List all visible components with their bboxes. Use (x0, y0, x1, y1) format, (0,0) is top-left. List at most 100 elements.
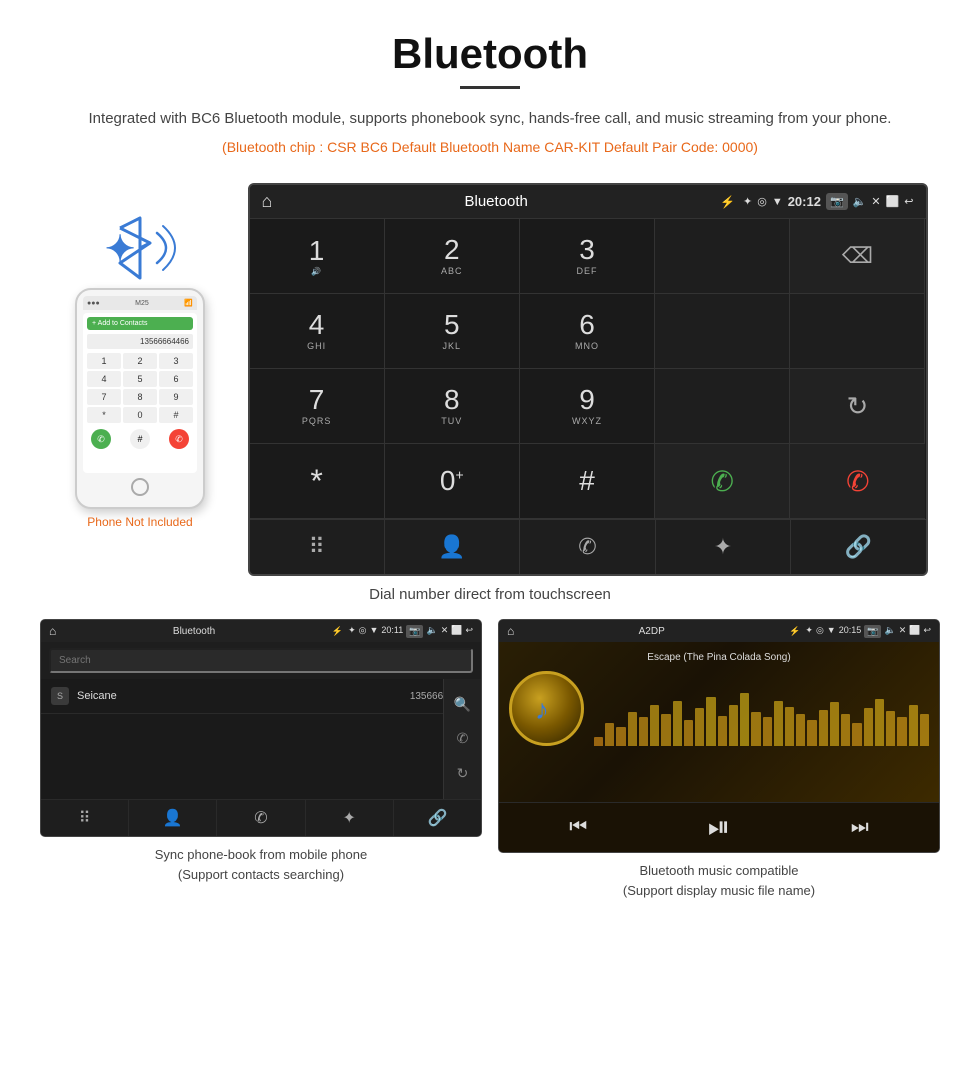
phone-key-7[interactable]: 7 (87, 389, 121, 405)
nav-bluetooth-icon[interactable]: ✦ (656, 520, 791, 574)
album-art-svg: ♪ (527, 689, 567, 729)
music-vol-icon[interactable]: 🔈 (884, 625, 895, 638)
music-camera-icon[interactable]: 📷 (864, 625, 881, 638)
pb-usb-icon: ⚡ (332, 626, 343, 637)
dial-key-4[interactable]: 4GHI (250, 294, 385, 369)
music-home-icon[interactable]: ⌂ (507, 624, 514, 638)
phone-key-2[interactable]: 2 (123, 353, 157, 369)
phone-call-button[interactable]: ✆ (91, 429, 111, 449)
play-pause-button[interactable]: ⏯ (708, 811, 730, 844)
music-close-icon[interactable]: ✕ (899, 625, 907, 638)
phonebook-status-bar: ⌂ Bluetooth ⚡ ✦ ◎ ▼ 20:11 📷 🔈 ✕ ⬜ ↩ (41, 620, 481, 642)
side-refresh-icon[interactable]: ↻ (457, 765, 469, 782)
phone-key-0[interactable]: 0 (123, 407, 157, 423)
phone-end-button[interactable]: ✆ (169, 429, 189, 449)
music-signal-icon: ▼ (827, 625, 836, 638)
phone-key-1[interactable]: 1 (87, 353, 121, 369)
music-gps-icon: ◎ (816, 625, 824, 638)
phone-key-3[interactable]: 3 (159, 353, 193, 369)
pb-nav-link[interactable]: 🔗 (394, 800, 481, 836)
gps-icon: ◎ (757, 195, 767, 208)
phone-home-button[interactable] (83, 478, 197, 501)
album-art: ♪ (509, 671, 584, 746)
car-status-bar: ⌂ Bluetooth ⚡ ✦ ◎ ▼ 20:12 📷 🔈 ✕ ⬜ ↩ (250, 185, 926, 218)
dial-key-0[interactable]: 0+ (385, 444, 520, 519)
volume-icon[interactable]: 🔈 (853, 195, 867, 208)
phone-hash-button[interactable]: # (130, 429, 150, 449)
search-input[interactable] (49, 648, 473, 673)
nav-dialpad-icon[interactable]: ⠿ (250, 520, 385, 574)
phone-key-5[interactable]: 5 (123, 371, 157, 387)
prev-button[interactable]: ⏮ (569, 816, 587, 839)
phone-key-6[interactable]: 6 (159, 371, 193, 387)
main-screen-caption: Dial number direct from touchscreen (0, 586, 980, 603)
specs-line: (Bluetooth chip : CSR BC6 Default Blueto… (80, 139, 900, 155)
pb-home-icon[interactable]: ⌂ (49, 624, 56, 638)
phone-key-8[interactable]: 8 (123, 389, 157, 405)
pb-screen-title: Bluetooth (61, 626, 327, 637)
pb-nav-apps[interactable]: ⠿ (41, 800, 129, 836)
phone-top-bar: ●●● M25 📶 (83, 296, 197, 310)
dial-key-2[interactable]: 2ABC (385, 219, 520, 294)
music-bt-icon: ✦ (805, 625, 813, 638)
pb-nav-bt[interactable]: ✦ (306, 800, 394, 836)
dial-key-6[interactable]: 6MNO (520, 294, 655, 369)
signal-icon: ▼ (772, 196, 783, 208)
phone-key-hash[interactable]: # (159, 407, 193, 423)
dial-call-red[interactable]: ✆ (790, 444, 925, 519)
side-call-icon[interactable]: ✆ (457, 730, 469, 747)
nav-link-icon[interactable]: 🔗 (791, 520, 925, 574)
search-bar-row (41, 642, 481, 679)
dial-key-star[interactable]: * (250, 444, 385, 519)
next-button[interactable]: ⏭ (851, 816, 869, 839)
music-status-bar: ⌂ A2DP ⚡ ✦ ◎ ▼ 20:15 📷 🔈 ✕ ⬜ ↩ (499, 620, 939, 642)
music-win-icon[interactable]: ⬜ (909, 625, 920, 638)
pb-camera-icon[interactable]: 📷 (406, 625, 423, 638)
nav-phone-icon[interactable]: ✆ (520, 520, 655, 574)
close-icon[interactable]: ✕ (871, 195, 880, 208)
dial-key-3[interactable]: 3DEF (520, 219, 655, 294)
back-icon[interactable]: ↩ (904, 195, 913, 208)
pb-nav-contacts[interactable]: 👤 (129, 800, 217, 836)
camera-icon[interactable]: 📷 (826, 193, 848, 210)
contact-list-space (41, 714, 481, 784)
car-screen-title: Bluetooth (280, 193, 712, 210)
pb-vol-icon[interactable]: 🔈 (426, 625, 437, 638)
phonebook-panel: ⌂ Bluetooth ⚡ ✦ ◎ ▼ 20:11 📷 🔈 ✕ ⬜ ↩ (40, 619, 482, 900)
phone-key-star[interactable]: * (87, 407, 121, 423)
side-search-icon[interactable]: 🔍 (454, 696, 471, 713)
contact-row[interactable]: S Seicane 13566664466 (41, 679, 481, 714)
dial-empty-1 (655, 219, 790, 294)
pb-status-icons: ✦ ◎ ▼ 20:11 📷 🔈 ✕ ⬜ ↩ (348, 625, 473, 638)
dial-call-green[interactable]: ✆ (655, 444, 790, 519)
car-bottom-nav: ⠿ 👤 ✆ ✦ 🔗 (250, 519, 926, 574)
dial-key-5[interactable]: 5JKL (385, 294, 520, 369)
dial-backspace[interactable]: ⌫ (790, 219, 925, 294)
pb-back-icon[interactable]: ↩ (465, 625, 473, 638)
pb-nav-phone[interactable]: ✆ (217, 800, 305, 836)
bottom-panels: ⌂ Bluetooth ⚡ ✦ ◎ ▼ 20:11 📷 🔈 ✕ ⬜ ↩ (0, 619, 980, 920)
dial-key-hash[interactable]: # (520, 444, 655, 519)
pb-win-icon[interactable]: ⬜ (451, 625, 462, 638)
svg-text:♪: ♪ (535, 694, 549, 725)
phone-container: ✦ ●●● M25 📶 + Add to Contacts 13566664 (53, 213, 228, 529)
music-panel: ⌂ A2DP ⚡ ✦ ◎ ▼ 20:15 📷 🔈 ✕ ⬜ ↩ Escape (T… (498, 619, 940, 900)
car-home-icon[interactable]: ⌂ (262, 191, 273, 212)
dial-key-1[interactable]: 1🔊 (250, 219, 385, 294)
nav-contacts-icon[interactable]: 👤 (385, 520, 520, 574)
dial-redial[interactable]: ↻ (790, 369, 925, 444)
dialpad-grid: 1🔊 2ABC 3DEF ⌫ 4GHI 5JKL 6MNO (250, 218, 926, 519)
page-description: Integrated with BC6 Bluetooth module, su… (80, 107, 900, 131)
phonebook-bottom-nav: ⠿ 👤 ✆ ✦ 🔗 (41, 799, 481, 836)
phonebook-side-actions: 🔍 ✆ ↻ (443, 679, 481, 799)
dial-key-9[interactable]: 9WXYZ (520, 369, 655, 444)
phone-key-4[interactable]: 4 (87, 371, 121, 387)
dial-key-8[interactable]: 8TUV (385, 369, 520, 444)
music-back-icon[interactable]: ↩ (923, 625, 931, 638)
music-caption: Bluetooth music compatible (Support disp… (623, 861, 815, 900)
pb-close-icon[interactable]: ✕ (441, 625, 449, 638)
phone-key-9[interactable]: 9 (159, 389, 193, 405)
music-usb-icon: ⚡ (789, 626, 800, 637)
dial-key-7[interactable]: 7PQRS (250, 369, 385, 444)
window-icon[interactable]: ⬜ (886, 195, 900, 208)
